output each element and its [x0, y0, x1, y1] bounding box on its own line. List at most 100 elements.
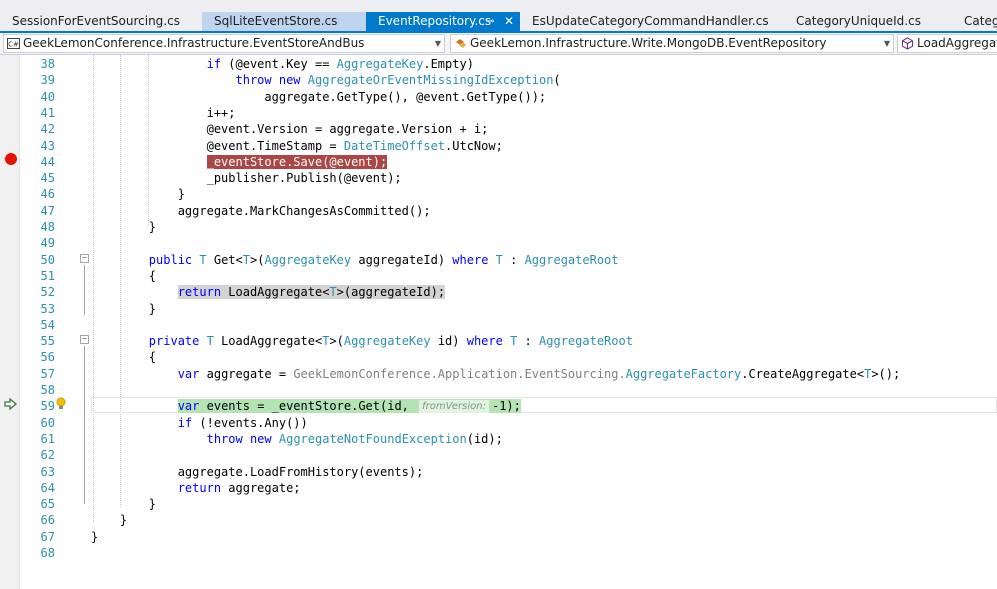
- code-text[interactable]: throw new AggregateNotFoundException(id)…: [91, 431, 503, 447]
- code-text[interactable]: {: [91, 349, 156, 365]
- document-tab-strip: SessionForEventSourcing.cs SqlLiteEventS…: [0, 0, 997, 33]
- code-line: 60 if (!events.Any()): [0, 415, 997, 431]
- project-dropdown[interactable]: C# GeekLemonConference.Infrastructure.Ev…: [3, 34, 445, 53]
- code-line: 47 aggregate.MarkChangesAsCommitted();: [0, 203, 997, 219]
- line-number: 48: [40, 220, 55, 234]
- reference-highlight: return LoadAggregate<T>(aggregateId);: [177, 285, 446, 300]
- code-line: 65 }: [0, 496, 997, 512]
- code-line: 61 throw new AggregateNotFoundException(…: [0, 431, 997, 447]
- type-token: AggregateKey: [336, 57, 424, 71]
- code-text[interactable]: aggregate.LoadFromHistory(events);: [91, 464, 424, 480]
- tab-label: SqlLiteEventStore.cs: [214, 14, 338, 28]
- code-token: >();: [871, 366, 901, 381]
- code-text[interactable]: aggregate.MarkChangesAsCommitted();: [91, 203, 431, 219]
- tab-session-for-event-sourcing[interactable]: SessionForEventSourcing.cs: [0, 12, 206, 31]
- code-text[interactable]: _publisher.Publish(@event);: [91, 170, 402, 186]
- code-text[interactable]: return aggregate;: [91, 480, 301, 496]
- code-token: @event.Version = aggregate.Version + i;: [91, 122, 489, 137]
- code-text[interactable]: _eventStore.Save(@event);: [91, 154, 388, 170]
- line-number: 41: [40, 105, 55, 120]
- line-number: 59: [40, 399, 55, 414]
- collapse-toggle[interactable]: −: [80, 335, 89, 344]
- tab-es-update-category-command-handler[interactable]: EsUpdateCategoryCommandHandler.cs: [520, 12, 782, 31]
- code-text[interactable]: if (@event.Key == AggregateKey.Empty): [91, 56, 474, 72]
- type-token: T: [242, 252, 250, 267]
- code-line: 38 if (@event.Key == AggregateKey.Empty): [0, 56, 997, 72]
- type-token: AggregateKey: [264, 252, 352, 267]
- tab-sqllite-event-store[interactable]: SqlLiteEventStore.cs: [202, 12, 366, 31]
- keyword-token: private: [148, 334, 200, 349]
- type-token: AggregateRoot: [524, 252, 619, 267]
- code-token: LoadAggregate<: [213, 334, 323, 349]
- code-token: aggregate.MarkChangesAsCommitted();: [91, 203, 431, 218]
- breakpoint-icon[interactable]: [5, 153, 17, 165]
- line-number: 68: [40, 546, 55, 560]
- type-token: T: [206, 334, 214, 349]
- collapse-toggle[interactable]: −: [80, 254, 89, 263]
- code-text[interactable]: private T LoadAggregate<T>(AggregateKey …: [91, 333, 633, 349]
- keyword-token: where: [452, 252, 489, 267]
- code-text[interactable]: var events = _eventStore.Get(id, fromVer…: [91, 398, 521, 414]
- code-line: 50 public T Get<T>(AggregateKey aggregat…: [0, 252, 997, 268]
- class-dropdown[interactable]: GeekLemon.Infrastructure.Write.MongoDB.E…: [450, 34, 894, 53]
- line-number: 42: [40, 122, 55, 137]
- keyword-token: var: [177, 366, 200, 381]
- code-text[interactable]: if (!events.Any()): [91, 415, 308, 431]
- code-line: 40 aggregate.GetType(), @event.GetType()…: [0, 89, 997, 105]
- code-token: {: [91, 268, 157, 283]
- code-token: }: [91, 513, 128, 528]
- code-text[interactable]: }: [91, 219, 156, 235]
- code-editor[interactable]: 38 if (@event.Key == AggregateKey.Empty)…: [0, 55, 997, 589]
- tab-label: EventRepository.cs: [378, 14, 492, 28]
- code-token: }: [91, 220, 157, 234]
- code-text[interactable]: }: [91, 496, 156, 512]
- line-number: 45: [40, 171, 55, 186]
- code-text[interactable]: i++;: [91, 105, 236, 121]
- code-text[interactable]: @event.TimeStamp = DateTimeOffset.UtcNow…: [91, 138, 503, 154]
- tab-label: EsUpdateCategoryCommandHandler.cs: [532, 14, 769, 28]
- keyword-token: if: [206, 57, 222, 71]
- code-text[interactable]: throw new AggregateOrEventMissingIdExcep…: [91, 72, 561, 88]
- tab-event-repository[interactable]: EventRepository.cs ⊸ ✕: [366, 12, 520, 31]
- lightbulb-icon[interactable]: [56, 397, 66, 411]
- keyword-token: var: [177, 399, 200, 414]
- member-dropdown[interactable]: LoadAggregate: [897, 34, 997, 53]
- code-text[interactable]: @event.Version = aggregate.Version + i;: [91, 121, 489, 137]
- close-icon[interactable]: ✕: [504, 12, 514, 31]
- code-text[interactable]: aggregate.GetType(), @event.GetType());: [91, 89, 546, 105]
- code-text[interactable]: var aggregate = GeekLemonConference.Appl…: [91, 366, 901, 382]
- instruction-pointer-icon[interactable]: [4, 398, 18, 410]
- tab-label: SessionForEventSourcing.cs: [12, 14, 180, 28]
- pin-icon[interactable]: ⊸: [486, 12, 494, 31]
- code-token: aggregateId): [351, 252, 453, 267]
- tab-label: Catego: [964, 14, 997, 28]
- code-token: id): [430, 334, 467, 349]
- csharp-project-icon: C#: [7, 38, 20, 49]
- code-line: 48 }: [0, 219, 997, 235]
- code-token: (!events.Any()): [192, 415, 308, 430]
- line-number: 64: [40, 480, 55, 495]
- tab-overflow[interactable]: Catego: [952, 12, 997, 31]
- code-text[interactable]: public T Get<T>(AggregateKey aggregateId…: [91, 252, 619, 268]
- line-number: 55: [40, 334, 55, 349]
- code-text[interactable]: }: [91, 512, 127, 528]
- code-text[interactable]: }: [91, 301, 156, 317]
- line-number: 46: [40, 187, 55, 202]
- keyword-token: return: [177, 285, 222, 300]
- code-text[interactable]: }: [91, 529, 98, 545]
- line-number: 63: [40, 464, 55, 479]
- type-token: AggregateRoot: [539, 334, 633, 349]
- line-number: 54: [40, 317, 55, 332]
- tab-category-unique-id[interactable]: CategoryUniqueId.cs: [784, 12, 954, 31]
- keyword-token: public: [148, 252, 193, 267]
- code-line: 55 private T LoadAggregate<T>(AggregateK…: [0, 333, 997, 349]
- code-text[interactable]: return LoadAggregate<T>(aggregateId);: [91, 284, 446, 300]
- code-token: LoadAggregate<: [221, 285, 330, 300]
- chevron-down-icon: ▼: [883, 39, 890, 48]
- code-token: aggregate.GetType(), @event.GetType());: [91, 89, 547, 104]
- code-text[interactable]: }: [91, 186, 185, 202]
- code-text[interactable]: {: [91, 268, 156, 284]
- code-token: (: [553, 73, 561, 88]
